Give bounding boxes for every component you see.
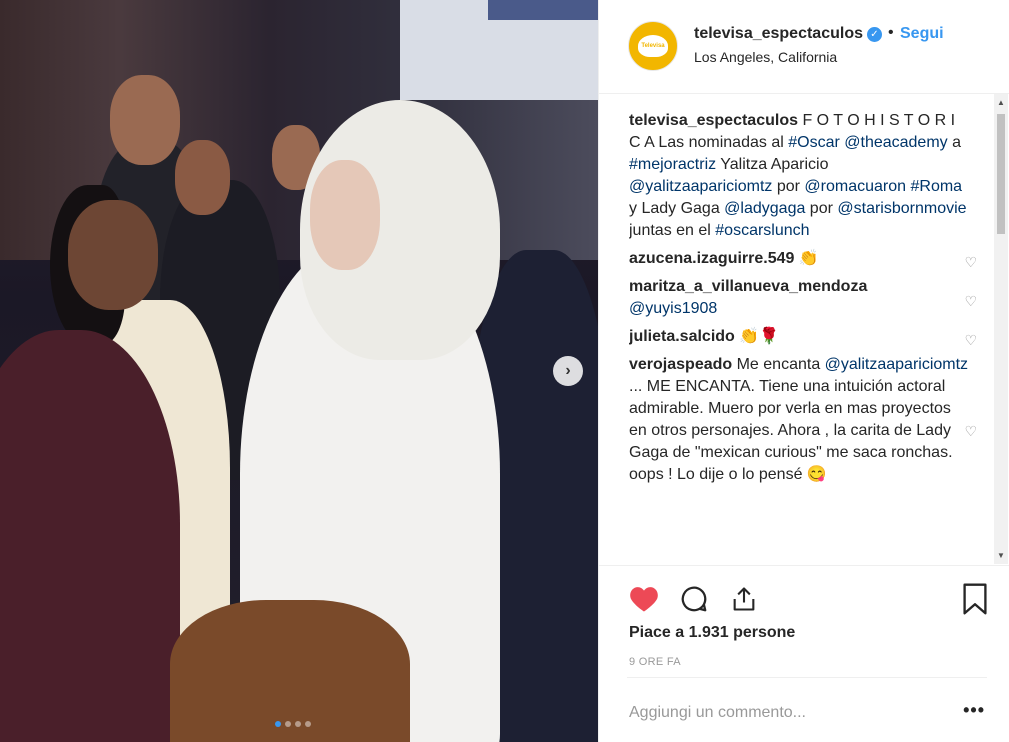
photo-figure: [310, 160, 380, 270]
post-panel: Televisa televisa_espectaculos ✓ • Segui…: [598, 0, 1009, 742]
scroll-up-icon[interactable]: ▲: [997, 98, 1005, 107]
mention-link[interactable]: @theacademy: [844, 134, 947, 151]
comment-input[interactable]: Aggiungi un commento...: [629, 704, 806, 722]
televisa-logo-icon: Televisa: [638, 35, 668, 57]
comment-like-icon[interactable]: ♡: [964, 329, 977, 351]
caption-username[interactable]: televisa_espectaculos: [629, 112, 798, 129]
mention-link[interactable]: @yalitzaapariciomtz: [629, 178, 772, 195]
photo-figure: [110, 75, 180, 165]
comment-item: azucena.izaguirre.549 👏 ♡: [629, 248, 977, 270]
mention-link[interactable]: @starisbornmovie: [837, 200, 966, 217]
add-comment-bar: Aggiungi un commento... •••: [627, 677, 987, 742]
comment-text: ... ME ENCANTA. Tiene una intuición acto…: [629, 378, 953, 483]
location-link[interactable]: Los Angeles, California: [694, 49, 837, 65]
bookmark-icon[interactable]: [958, 582, 992, 616]
avatar[interactable]: Televisa: [628, 21, 678, 71]
caption-text: Yalitza Aparicio: [716, 156, 829, 173]
comment-text: 👏: [794, 250, 819, 267]
likes-count[interactable]: Piace a 1.931 persone: [629, 624, 795, 642]
caption-text: a: [947, 134, 961, 151]
hashtag-link[interactable]: #Roma: [911, 178, 963, 195]
comment-item: maritza_a_villanueva_mendoza @yuyis1908 ♡: [629, 276, 977, 320]
post-time[interactable]: 9 ORE FA: [629, 656, 681, 668]
logo-text: Televisa: [641, 43, 665, 49]
caption-text: por: [805, 200, 838, 217]
comment-username[interactable]: verojaspeado: [629, 356, 732, 373]
comment-item: julieta.salcido 👏🌹 ♡: [629, 326, 977, 348]
mention-link[interactable]: @yuyis1908: [629, 300, 717, 317]
caption-text: juntas en el: [629, 222, 716, 239]
action-bar: [599, 565, 1009, 625]
comment-like-icon[interactable]: ♡: [964, 290, 977, 312]
more-options-icon[interactable]: •••: [963, 700, 985, 721]
scroll-down-icon[interactable]: ▼: [997, 551, 1005, 560]
header-separator: •: [888, 24, 894, 41]
share-icon[interactable]: [727, 582, 761, 616]
photo-figure: [68, 200, 158, 310]
verified-icon: ✓: [867, 27, 882, 42]
carousel-dot[interactable]: [305, 721, 311, 727]
next-arrow-icon[interactable]: ›: [553, 356, 583, 386]
carousel-dot[interactable]: [275, 721, 281, 727]
comment-like-icon[interactable]: ♡: [964, 251, 977, 273]
caption-text: por: [772, 178, 805, 195]
header-username[interactable]: televisa_espectaculos: [694, 25, 863, 43]
comment-like-icon[interactable]: ♡: [964, 420, 977, 442]
comment-text: Me encanta: [732, 356, 825, 373]
comment-text: 👏🌹: [734, 328, 780, 345]
photo-figure: [175, 140, 230, 215]
comment-username[interactable]: azucena.izaguirre.549: [629, 250, 794, 267]
heart-icon[interactable]: [627, 582, 661, 616]
carousel-dot[interactable]: [295, 721, 301, 727]
carousel-dot[interactable]: [285, 721, 291, 727]
comments-scrollbar[interactable]: ▲ ▼: [994, 94, 1008, 564]
comments-list: televisa_espectaculos F O T O H I S T O …: [629, 110, 989, 562]
photo-figure: [0, 330, 180, 742]
photo-screen-accent: [488, 0, 598, 20]
hashtag-link[interactable]: #oscarslunch: [715, 222, 809, 239]
post-header: Televisa televisa_espectaculos ✓ • Segui…: [599, 0, 1009, 94]
post-photo[interactable]: ›: [0, 0, 598, 742]
comment-username[interactable]: julieta.salcido: [629, 328, 735, 345]
mention-link[interactable]: @romacuaron: [804, 178, 906, 195]
post-caption: televisa_espectaculos F O T O H I S T O …: [629, 110, 969, 242]
carousel-dots: [275, 721, 311, 727]
mention-link[interactable]: @yalitzaapariciomtz: [825, 356, 968, 373]
scroll-thumb[interactable]: [997, 114, 1005, 234]
hashtag-link[interactable]: #mejoractriz: [629, 156, 716, 173]
mention-link[interactable]: @ladygaga: [724, 200, 805, 217]
comment-item: verojaspeado Me encanta @yalitzaaparicio…: [629, 354, 977, 486]
comment-username[interactable]: maritza_a_villanueva_mendoza: [629, 278, 867, 295]
caption-text: y Lady Gaga: [629, 200, 725, 217]
hashtag-link[interactable]: #Oscar: [788, 134, 840, 151]
follow-button[interactable]: Segui: [900, 25, 944, 43]
comment-icon[interactable]: [677, 582, 711, 616]
